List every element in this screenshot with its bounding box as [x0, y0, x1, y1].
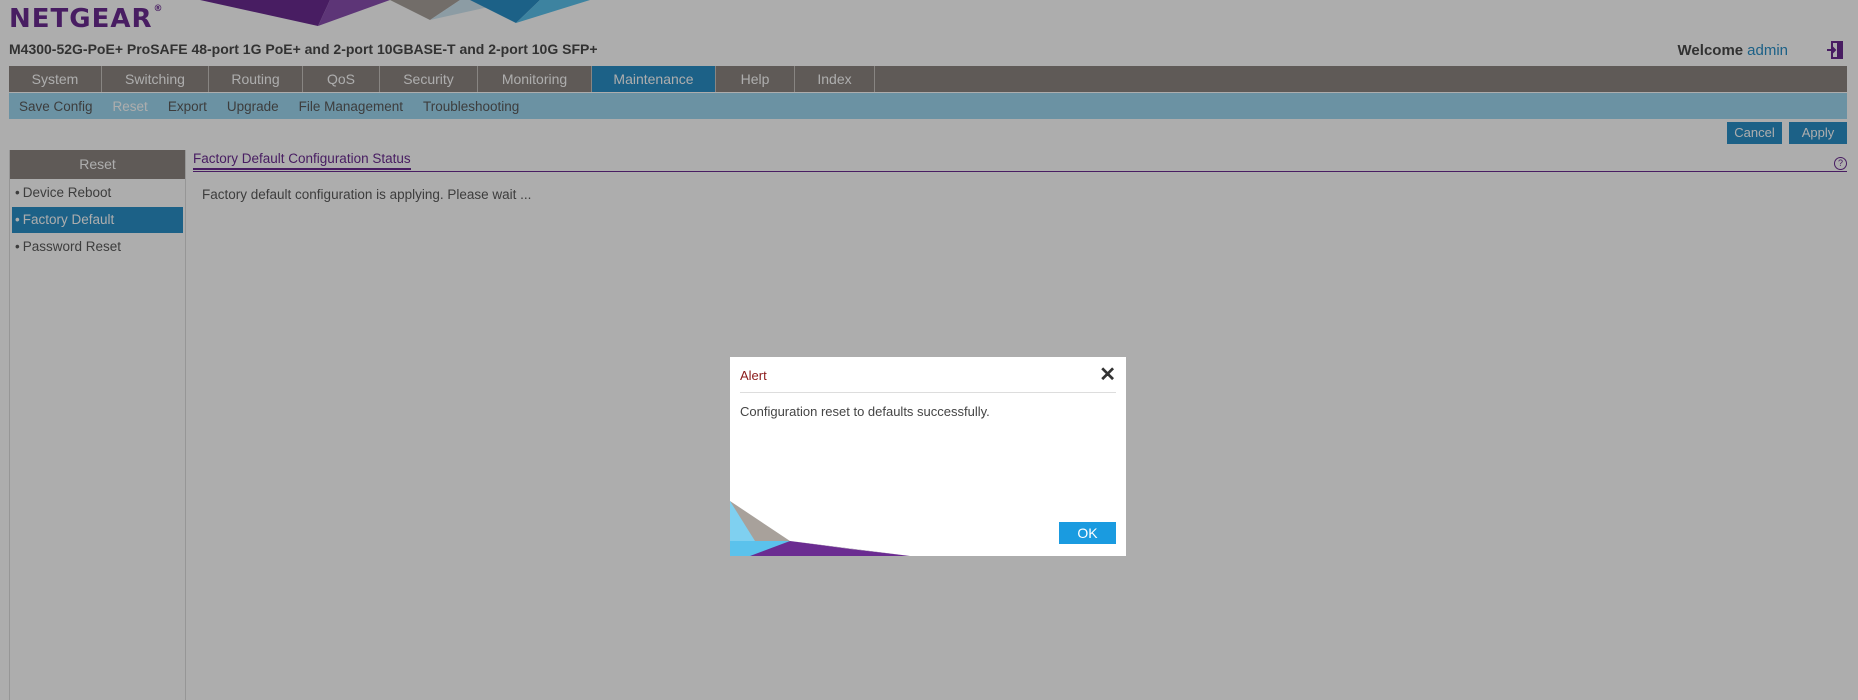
alert-dialog: Alert ✕ Configuration reset to defaults … [730, 357, 1126, 556]
modal-overlay [0, 0, 1858, 700]
dialog-divider [740, 392, 1116, 393]
close-icon[interactable]: ✕ [1099, 365, 1116, 385]
dialog-message: Configuration reset to defaults successf… [740, 404, 990, 419]
dialog-title: Alert [740, 368, 767, 383]
ok-button[interactable]: OK [1059, 522, 1116, 544]
dialog-decoration [730, 501, 910, 556]
